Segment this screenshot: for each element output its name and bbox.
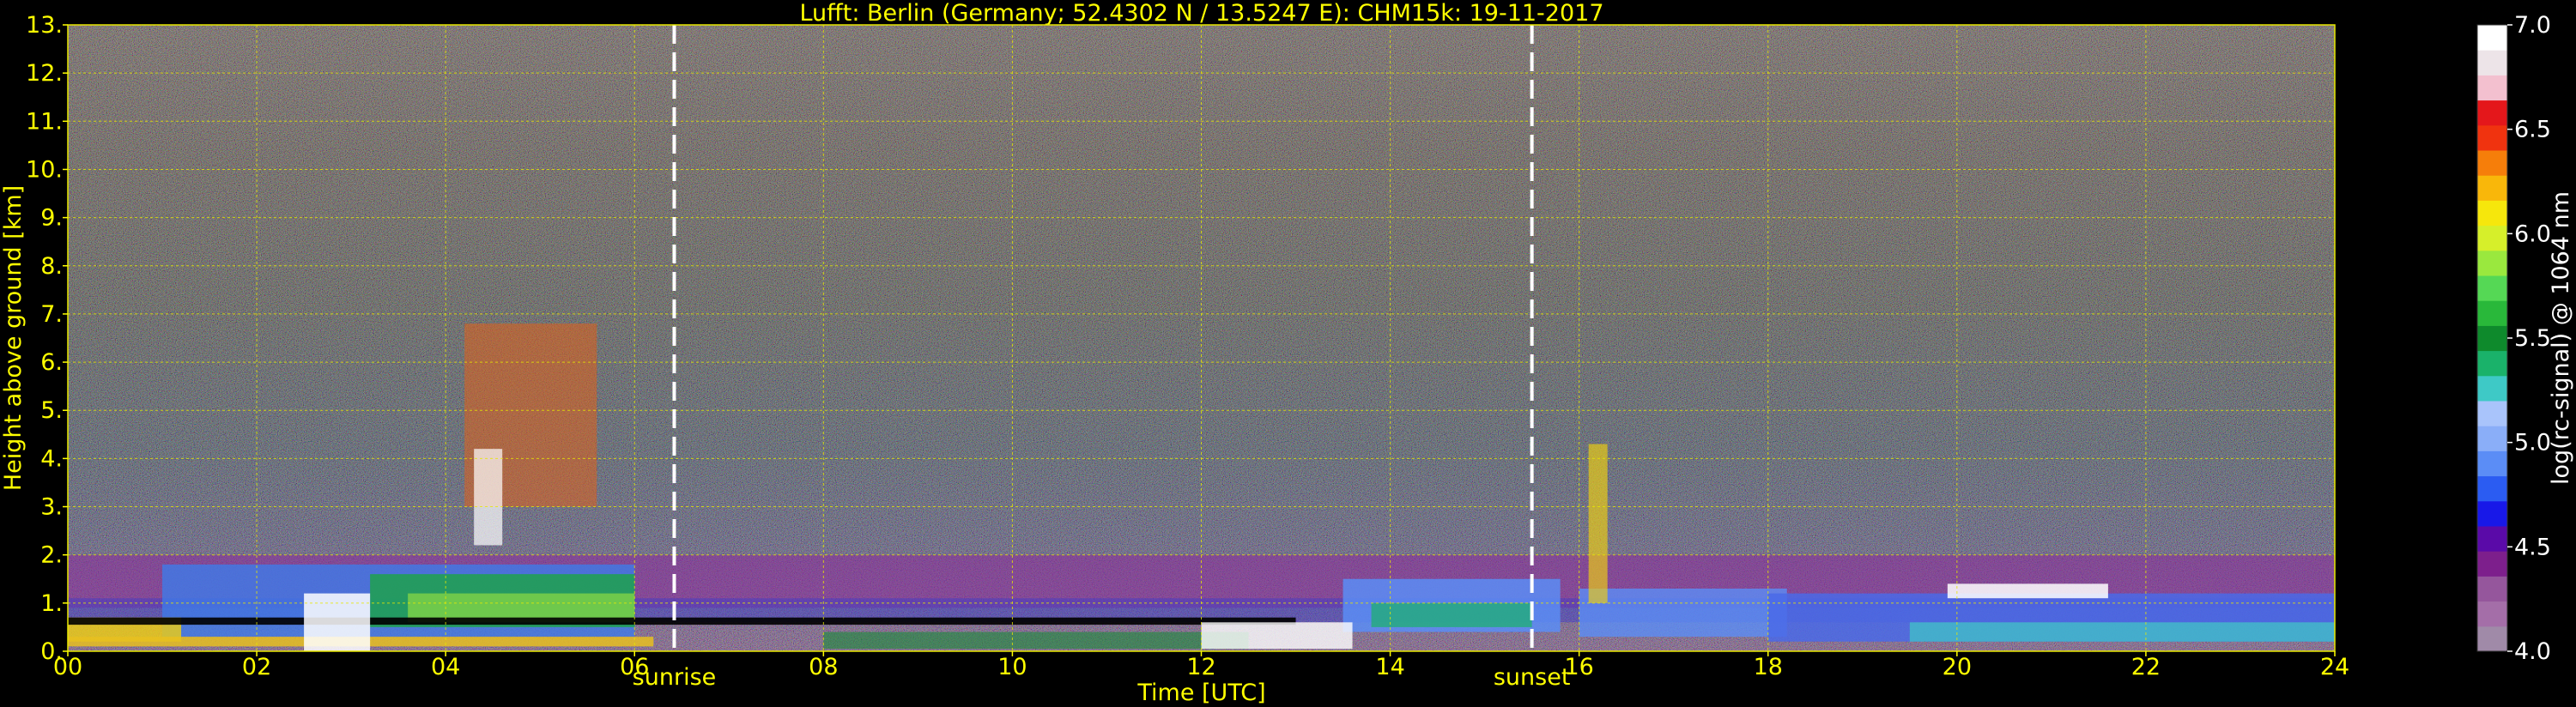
y-tick-label: 4.: [40, 445, 63, 472]
colorbar-segment: [2477, 200, 2507, 227]
x-tick-label: 16: [1564, 654, 1593, 680]
aerosol-band: [1371, 602, 1532, 627]
y-tick-label: 8.: [40, 253, 63, 280]
colorbar-label: log(rc-signal) @ 1064 nm: [2548, 191, 2574, 485]
colorbar-segment: [2477, 124, 2507, 151]
colorbar-segment: [2477, 150, 2507, 176]
aerosol-band: [1201, 622, 1353, 650]
colorbar-segment: [2477, 625, 2507, 652]
colorbar-tick-label: 6.0: [2514, 221, 2551, 247]
x-axis-ticks: 00 02 04 06 08 10 12 14 16 18 20 22 24: [53, 651, 2349, 680]
annotation-label: sunset: [1494, 664, 1571, 691]
x-tick-label: 18: [1754, 654, 1783, 680]
x-tick-label: 24: [2320, 654, 2349, 680]
y-tick-label: 7.: [40, 301, 63, 328]
aerosol-band: [68, 617, 1296, 625]
colorbar-segment: [2477, 576, 2507, 602]
colorbar-segment: [2477, 526, 2507, 552]
y-tick-label: 9.: [40, 205, 63, 232]
colorbar-segment: [2477, 601, 2507, 627]
colorbar-tick-label: 5.5: [2514, 325, 2551, 352]
colorbar-segment: [2477, 25, 2507, 51]
colorbar-tick-label: 4.5: [2514, 534, 2551, 560]
aerosol-band: [1947, 583, 2108, 599]
chart-title: Lufft: Berlin (Germany; 52.4302 N / 13.5…: [799, 0, 1603, 27]
x-tick-label: 20: [1943, 654, 1972, 680]
colorbar-segment: [2477, 426, 2507, 451]
colorbar-segment: [2477, 175, 2507, 201]
aerosol-band: [1579, 589, 1787, 638]
x-tick-label: 22: [2131, 654, 2161, 680]
aerosol-band: [1909, 622, 2335, 642]
y-tick-label: 0.: [40, 638, 63, 665]
x-tick-label: 14: [1375, 654, 1404, 680]
colorbar-segment: [2477, 75, 2507, 101]
x-tick-label: 02: [242, 654, 271, 680]
colorbar-segment: [2477, 100, 2507, 126]
colorbar-segment: [2477, 350, 2507, 377]
y-tick-label: 5.: [40, 397, 63, 424]
colorbar-segment: [2477, 225, 2507, 251]
ceilometer-chart: Lufft: Berlin (Germany; 52.4302 N / 13.5…: [0, 0, 2574, 706]
x-tick-label: 06: [620, 654, 649, 680]
aerosol-band: [304, 593, 371, 651]
colorbar-tick-label: 7.0: [2514, 12, 2551, 39]
y-tick-label: 3.: [40, 494, 63, 521]
colorbar-segment: [2477, 401, 2507, 426]
colorbar-segment: [2477, 450, 2507, 477]
aerosol-band: [1588, 444, 1608, 603]
colorbar-segment: [2477, 50, 2507, 76]
y-tick-label: 6.: [40, 349, 63, 376]
x-tick-label: 12: [1186, 654, 1215, 680]
colorbar-segment: [2477, 551, 2507, 577]
y-tick-label: 2.: [40, 542, 63, 569]
y-tick-label: 11.: [26, 108, 63, 135]
y-axis-ticks: 0. 1. 2. 3. 4. 5. 6. 7. 8. 9. 10. 11. 12. 13.: [26, 12, 68, 665]
y-tick-label: 12.: [26, 60, 63, 87]
colorbar-tick-label: 4.0: [2514, 638, 2551, 665]
colorbar-segment: [2477, 375, 2507, 402]
y-axis-label: Height above ground [km]: [0, 185, 27, 491]
y-tick-label: 1.: [40, 590, 63, 617]
colorbar-segment: [2477, 500, 2507, 527]
colorbar-segment: [2477, 475, 2507, 502]
aerosol-band: [823, 631, 1249, 650]
y-tick-label: 10.: [26, 156, 63, 183]
aerosol-band: [474, 449, 503, 546]
x-tick-label: 04: [431, 654, 460, 680]
colorbar: 4.0 4.5 5.0 5.5 6.0 6.5 7.0: [2476, 12, 2551, 665]
colorbar-segment: [2477, 300, 2507, 326]
x-axis-label: Time [UTC]: [1136, 680, 1265, 706]
x-tick-label: 08: [809, 654, 838, 680]
colorbar-segment: [2477, 325, 2507, 352]
y-tick-label: 13.: [26, 12, 63, 39]
colorbar-segment: [2477, 250, 2507, 276]
x-tick-label: 10: [997, 654, 1027, 680]
colorbar-segment: [2477, 275, 2507, 301]
colorbar-tick-label: 6.5: [2514, 117, 2551, 143]
colorbar-tick-label: 5.0: [2514, 430, 2551, 456]
